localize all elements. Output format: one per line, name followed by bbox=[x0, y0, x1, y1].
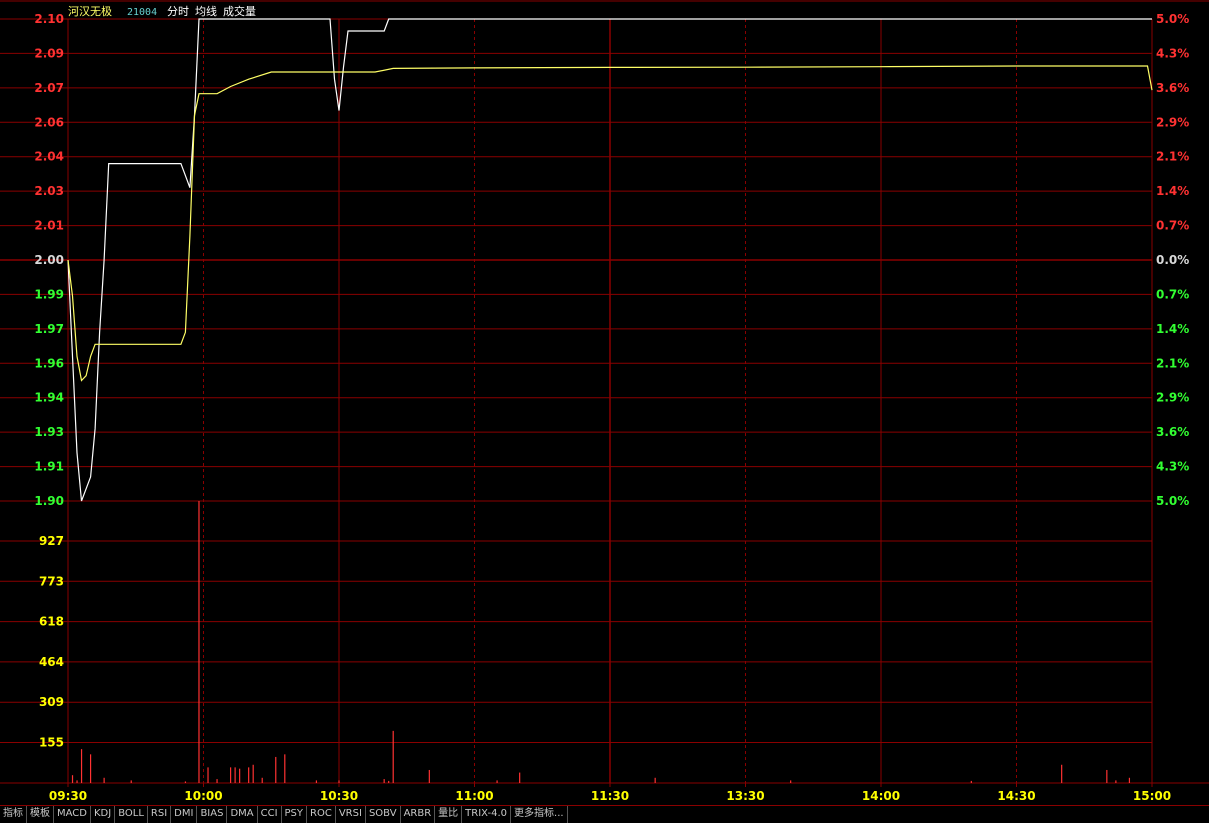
percent-tick-label: 2.1% bbox=[1156, 150, 1189, 164]
time-tick-label: 09:30 bbox=[49, 789, 87, 803]
grid-lines bbox=[0, 0, 1209, 784]
price-tick-label: 1.90 bbox=[34, 494, 64, 508]
price-tick-label: 1.91 bbox=[34, 460, 64, 474]
price-axis-left: 2.10 2.09 2.07 2.06 2.04 2.03 2.01 2.00 1.99 1.97… bbox=[34, 12, 64, 508]
intraday-chart: 河汉无极 21004 分时 均线 成交量 2.10 2.09 2.07 2.06 2.0… bbox=[0, 0, 1209, 803]
percent-tick-label: 2.9% bbox=[1156, 115, 1189, 129]
time-tick-label: 13:30 bbox=[726, 789, 764, 803]
indicator-button[interactable]: RSI bbox=[148, 806, 172, 823]
indicator-button[interactable]: 更多指标... bbox=[511, 806, 568, 823]
percent-axis-right: 5.0% 4.3% 3.6% 2.9% 2.1% 1.4% 0.7% 0.0% 0.7% 1.4%… bbox=[1156, 12, 1189, 508]
indicator-button[interactable]: KDJ bbox=[91, 806, 116, 823]
label-volume: 成交量 bbox=[223, 4, 256, 18]
indicator-button[interactable]: DMI bbox=[171, 806, 198, 823]
indicator-button[interactable]: 指标 bbox=[0, 806, 27, 823]
time-tick-label: 15:00 bbox=[1133, 789, 1171, 803]
stock-name: 河汉无极 bbox=[68, 4, 112, 18]
percent-tick-label: 2.1% bbox=[1156, 356, 1189, 370]
indicator-button[interactable]: CCI bbox=[258, 806, 282, 823]
label-fenshi: 分时 bbox=[167, 5, 189, 18]
time-tick-label: 14:30 bbox=[997, 789, 1035, 803]
volume-tick-label: 618 bbox=[39, 615, 64, 629]
time-tick-label: 11:30 bbox=[591, 789, 629, 803]
stock-code: 21004 bbox=[127, 7, 157, 18]
volume-tick-label: 155 bbox=[39, 736, 64, 750]
indicator-button[interactable]: ROC bbox=[307, 806, 336, 823]
price-tick-label: 1.97 bbox=[34, 322, 64, 336]
volume-tick-label: 927 bbox=[39, 534, 64, 548]
indicator-button[interactable]: PSY bbox=[282, 806, 308, 823]
volume-tick-label: 773 bbox=[39, 574, 64, 588]
time-tick-label: 10:00 bbox=[184, 789, 222, 803]
percent-tick-label: 0.7% bbox=[1156, 219, 1189, 233]
indicator-button[interactable]: MACD bbox=[54, 806, 91, 823]
percent-tick-label: 4.3% bbox=[1156, 460, 1189, 474]
volume-bars bbox=[71, 501, 1131, 783]
percent-tick-label: 3.6% bbox=[1156, 425, 1189, 439]
indicator-button[interactable]: BOLL bbox=[115, 806, 148, 823]
price-tick-label: 2.03 bbox=[34, 184, 64, 198]
price-tick-label: 2.10 bbox=[34, 12, 64, 26]
label-average-line: 均线 bbox=[195, 4, 217, 18]
price-tick-label: 1.99 bbox=[34, 287, 64, 301]
indicator-button[interactable]: 模板 bbox=[27, 806, 54, 823]
price-tick-label: 1.96 bbox=[34, 356, 64, 370]
percent-tick-label: 4.3% bbox=[1156, 46, 1189, 60]
volume-axis: 927 773 618 464 309 155 bbox=[39, 534, 64, 750]
volume-tick-label: 309 bbox=[39, 695, 64, 709]
percent-tick-label: 1.4% bbox=[1156, 184, 1189, 198]
indicator-button[interactable]: ARBR bbox=[401, 806, 436, 823]
indicator-toolbar: 指标 模板 MACD KDJ BOLL RSI DMI BIAS DMA CCI PSY ROC VRS… bbox=[0, 805, 1209, 823]
percent-tick-label: 0.0% bbox=[1156, 253, 1189, 267]
price-tick-label: 1.94 bbox=[34, 391, 64, 405]
time-axis: 09:30 10:00 10:30 11:00 11:30 13:30 14:00 14:30… bbox=[49, 783, 1171, 803]
price-tick-label: 2.00 bbox=[34, 253, 64, 267]
percent-tick-label: 3.6% bbox=[1156, 81, 1189, 95]
price-tick-label: 1.93 bbox=[34, 425, 64, 439]
indicator-button[interactable]: DMA bbox=[227, 806, 258, 823]
time-tick-label: 14:00 bbox=[862, 789, 900, 803]
indicator-button[interactable]: SOBV bbox=[366, 806, 401, 823]
price-tick-label: 2.04 bbox=[34, 150, 64, 164]
percent-tick-label: 1.4% bbox=[1156, 322, 1189, 336]
price-tick-label: 2.09 bbox=[34, 46, 64, 60]
time-tick-label: 10:30 bbox=[320, 789, 358, 803]
percent-tick-label: 5.0% bbox=[1156, 494, 1189, 508]
chart-header: 河汉无极 21004 分时 均线 成交量 bbox=[68, 4, 256, 18]
volume-tick-label: 464 bbox=[39, 655, 64, 669]
percent-tick-label: 0.7% bbox=[1156, 287, 1189, 301]
price-tick-label: 2.07 bbox=[34, 81, 64, 95]
indicator-button[interactable]: 量比 bbox=[435, 806, 463, 823]
indicator-button[interactable]: BIAS bbox=[197, 806, 228, 823]
price-tick-label: 2.01 bbox=[34, 219, 64, 233]
time-tick-label: 11:00 bbox=[455, 789, 493, 803]
percent-tick-label: 2.9% bbox=[1156, 391, 1189, 405]
percent-tick-label: 5.0% bbox=[1156, 12, 1189, 26]
indicator-button[interactable]: VRSI bbox=[336, 806, 366, 823]
price-tick-label: 2.06 bbox=[34, 115, 64, 129]
indicator-button[interactable]: TRIX-4.0 bbox=[462, 806, 512, 823]
